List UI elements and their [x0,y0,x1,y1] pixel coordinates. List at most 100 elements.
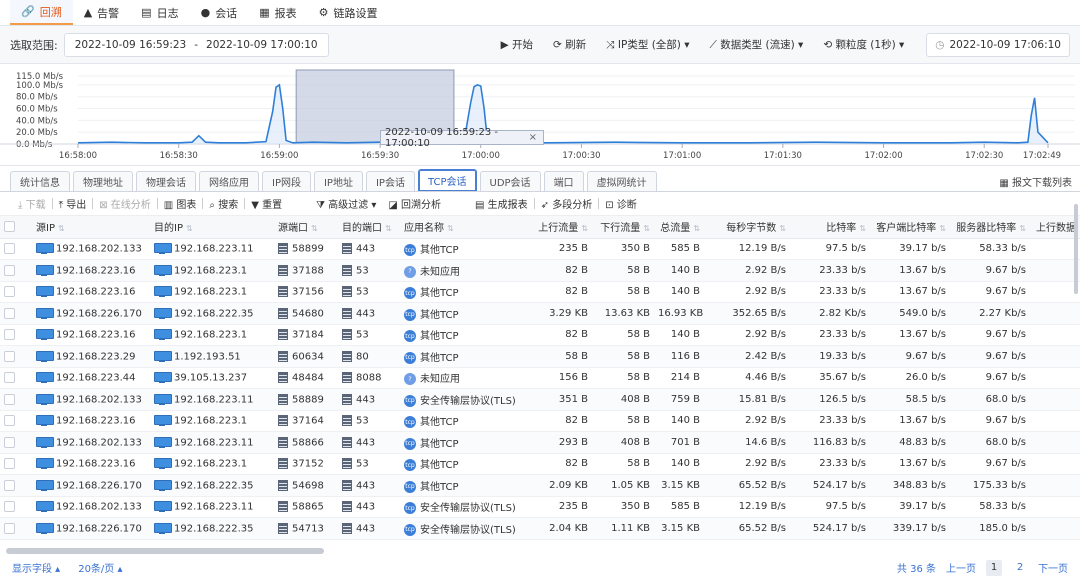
sort-icon[interactable]: ⇅ [643,224,650,233]
data-type-dropdown[interactable]: ⟋ 数据类型 (流速) ▾ [710,37,804,52]
reset-button[interactable]: ▼ 重置 [245,196,288,211]
page-1-button[interactable]: 1 [986,559,1002,576]
nav-item-0[interactable]: 🔗 回溯 [10,0,73,25]
sort-icon[interactable]: ⇅ [693,224,700,233]
start-button[interactable]: ▶ 开始 [501,37,533,52]
checkbox[interactable] [4,329,15,340]
table-row[interactable]: 192.168.223.44 39.105.13.237 48484 8088? 未知应… [0,367,1080,389]
column-header[interactable]: 下行流量 ⇅ [592,216,654,239]
scrollbar-thumb[interactable] [6,548,324,554]
row-checkbox-cell[interactable] [0,388,32,411]
column-header[interactable]: 上行流量 ⇅ [528,216,592,239]
checkbox[interactable] [4,479,15,491]
horizontal-scrollbar[interactable] [4,548,1080,554]
nav-item-2[interactable]: ▤ 日志 [130,0,189,25]
sort-icon[interactable]: ⇅ [1019,224,1026,233]
download-button[interactable]: ⤓ 下载 [12,196,52,211]
checkbox[interactable] [4,221,15,232]
display-fields-button[interactable]: 显示字段 ▴ [12,560,60,575]
page-2-button[interactable]: 2 [1012,560,1028,576]
nav-item-3[interactable]: ● 会话 [190,0,249,25]
column-header[interactable]: 应用名称 ⇅ [400,216,528,239]
column-header[interactable]: 目的端口 ⇅ [338,216,400,239]
checkbox[interactable] [4,243,15,254]
sort-icon[interactable]: ⇅ [385,224,392,233]
vertical-scrollbar[interactable] [1074,204,1078,294]
table-row[interactable]: 192.168.223.16 192.168.223.1 37164 53 tcp 其他T… [0,410,1080,432]
multi-segment-analysis-button[interactable]: ➶ 多段分析 [535,196,599,211]
table-row[interactable]: 192.168.223.29 1.192.193.51 60634 80 tcp 其他TC… [0,345,1080,368]
row-checkbox-cell[interactable] [0,453,32,475]
tab-9[interactable]: 端口 [543,171,584,191]
tab-0[interactable]: 统计信息 [10,171,70,191]
checkbox[interactable] [4,350,15,362]
chart-button[interactable]: ▥ 图表 [158,196,203,211]
checkbox[interactable] [4,393,15,405]
diagnose-button[interactable]: ⊡ 诊断 [599,196,643,211]
tab-5[interactable]: IP地址 [313,171,363,191]
packet-download-list-button[interactable]: ▦ 报文下载列表 [999,171,1072,191]
prev-page-button[interactable]: 上一页 [946,560,976,576]
tab-4[interactable]: IP网段 [262,171,311,191]
row-checkbox-cell[interactable] [0,281,32,303]
table-row[interactable]: 192.168.226.170 192.168.222.35 54698 443 tcp… [0,474,1080,497]
sort-icon[interactable]: ⇅ [311,224,318,233]
checkbox[interactable] [4,436,15,448]
export-button[interactable]: ⤒ 导出 [53,196,93,211]
column-header[interactable]: 源IP ⇅ [32,216,150,239]
checkbox[interactable] [4,307,15,319]
column-header[interactable]: 比特率 ⇅ [790,216,870,239]
table-row[interactable]: 192.168.223.16 192.168.223.1 37152 53 tcp 其他T… [0,453,1080,475]
page-size-dropdown[interactable]: 20条/页 ▴ [78,560,122,575]
tab-2[interactable]: 物理会话 [136,171,196,191]
refresh-button[interactable]: ⟳ 刷新 [553,37,586,52]
tab-8[interactable]: UDP会话 [479,171,541,191]
table-row[interactable]: 192.168.202.133 192.168.223.11 58899 443 tcp… [0,238,1080,260]
sort-icon[interactable]: ⇅ [779,224,786,233]
tab-1[interactable]: 物理地址 [73,171,133,191]
checkbox[interactable] [4,501,15,512]
search-button[interactable]: ⌕ 搜索 [203,196,244,211]
row-checkbox-cell[interactable] [0,238,32,260]
row-checkbox-cell[interactable] [0,302,32,325]
advanced-filter-button[interactable]: ⧩ 高级过滤 ▾ [310,196,382,211]
row-checkbox-cell[interactable] [0,496,32,518]
column-header[interactable]: 每秒字节数 ⇅ [704,216,790,239]
checkbox[interactable] [4,458,15,469]
nav-item-4[interactable]: ▦ 报表 [248,0,307,25]
row-checkbox-cell[interactable] [0,410,32,432]
row-checkbox-cell[interactable] [0,474,32,497]
table-row[interactable]: 192.168.202.133 192.168.223.11 58865 443 tcp… [0,496,1080,518]
column-header[interactable]: 源端口 ⇅ [274,216,338,239]
nav-item-1[interactable]: ▲ 告警 [73,0,130,25]
checkbox[interactable] [4,286,15,297]
column-header[interactable]: 目的IP ⇅ [150,216,274,239]
table-row[interactable]: 192.168.223.16 192.168.223.1 37188 53? 未知应用 8… [0,259,1080,282]
tab-10[interactable]: 虚拟网统计 [586,171,657,191]
row-checkbox-cell[interactable] [0,431,32,454]
row-checkbox-cell[interactable] [0,259,32,282]
granularity-dropdown[interactable]: ⟲ 颗粒度 (1秒) ▾ [823,37,904,52]
tab-3[interactable]: 网络应用 [199,171,259,191]
close-icon[interactable]: × [529,132,537,143]
tab-7[interactable]: TCP会话 [417,169,477,191]
checkbox[interactable] [4,264,15,276]
current-time-picker[interactable]: ◷ 2022-10-09 17:06:10 [926,32,1070,57]
traffic-chart[interactable]: 115.0 Mb/s 100.0 Mb/s 80.0 Mb/s 60.0 Mb/s 40… [0,64,1080,166]
table-row[interactable]: 192.168.226.170 192.168.222.35 54680 443 tcp… [0,302,1080,325]
sort-icon[interactable]: ⇅ [186,224,193,233]
online-analysis-button[interactable]: ⊠ 在线分析 [93,196,157,211]
ip-type-dropdown[interactable]: ⤨ IP类型 (全部) ▾ [606,37,689,52]
column-header[interactable]: 总流量 ⇅ [654,216,704,239]
table-row[interactable]: 192.168.202.133 192.168.223.11 58889 443 tcp… [0,388,1080,411]
generate-report-button[interactable]: ▤ 生成报表 [469,196,534,211]
checkbox[interactable] [4,415,15,426]
row-checkbox-cell[interactable] [0,517,32,540]
table-row[interactable]: 192.168.223.16 192.168.223.1 37184 53 tcp 其他T… [0,324,1080,346]
table-row[interactable]: 192.168.226.170 192.168.222.35 54713 443 tcp… [0,517,1080,540]
column-header[interactable]: 上行数据 [1030,216,1080,239]
column-header[interactable]: 客户端比特率 ⇅ [870,216,950,239]
backtrack-analysis-button[interactable]: ◪ 回溯分析 [382,196,447,211]
sort-icon[interactable]: ⇅ [581,224,588,233]
table-row[interactable]: 192.168.223.16 192.168.223.1 37156 53 tcp 其他T… [0,281,1080,303]
